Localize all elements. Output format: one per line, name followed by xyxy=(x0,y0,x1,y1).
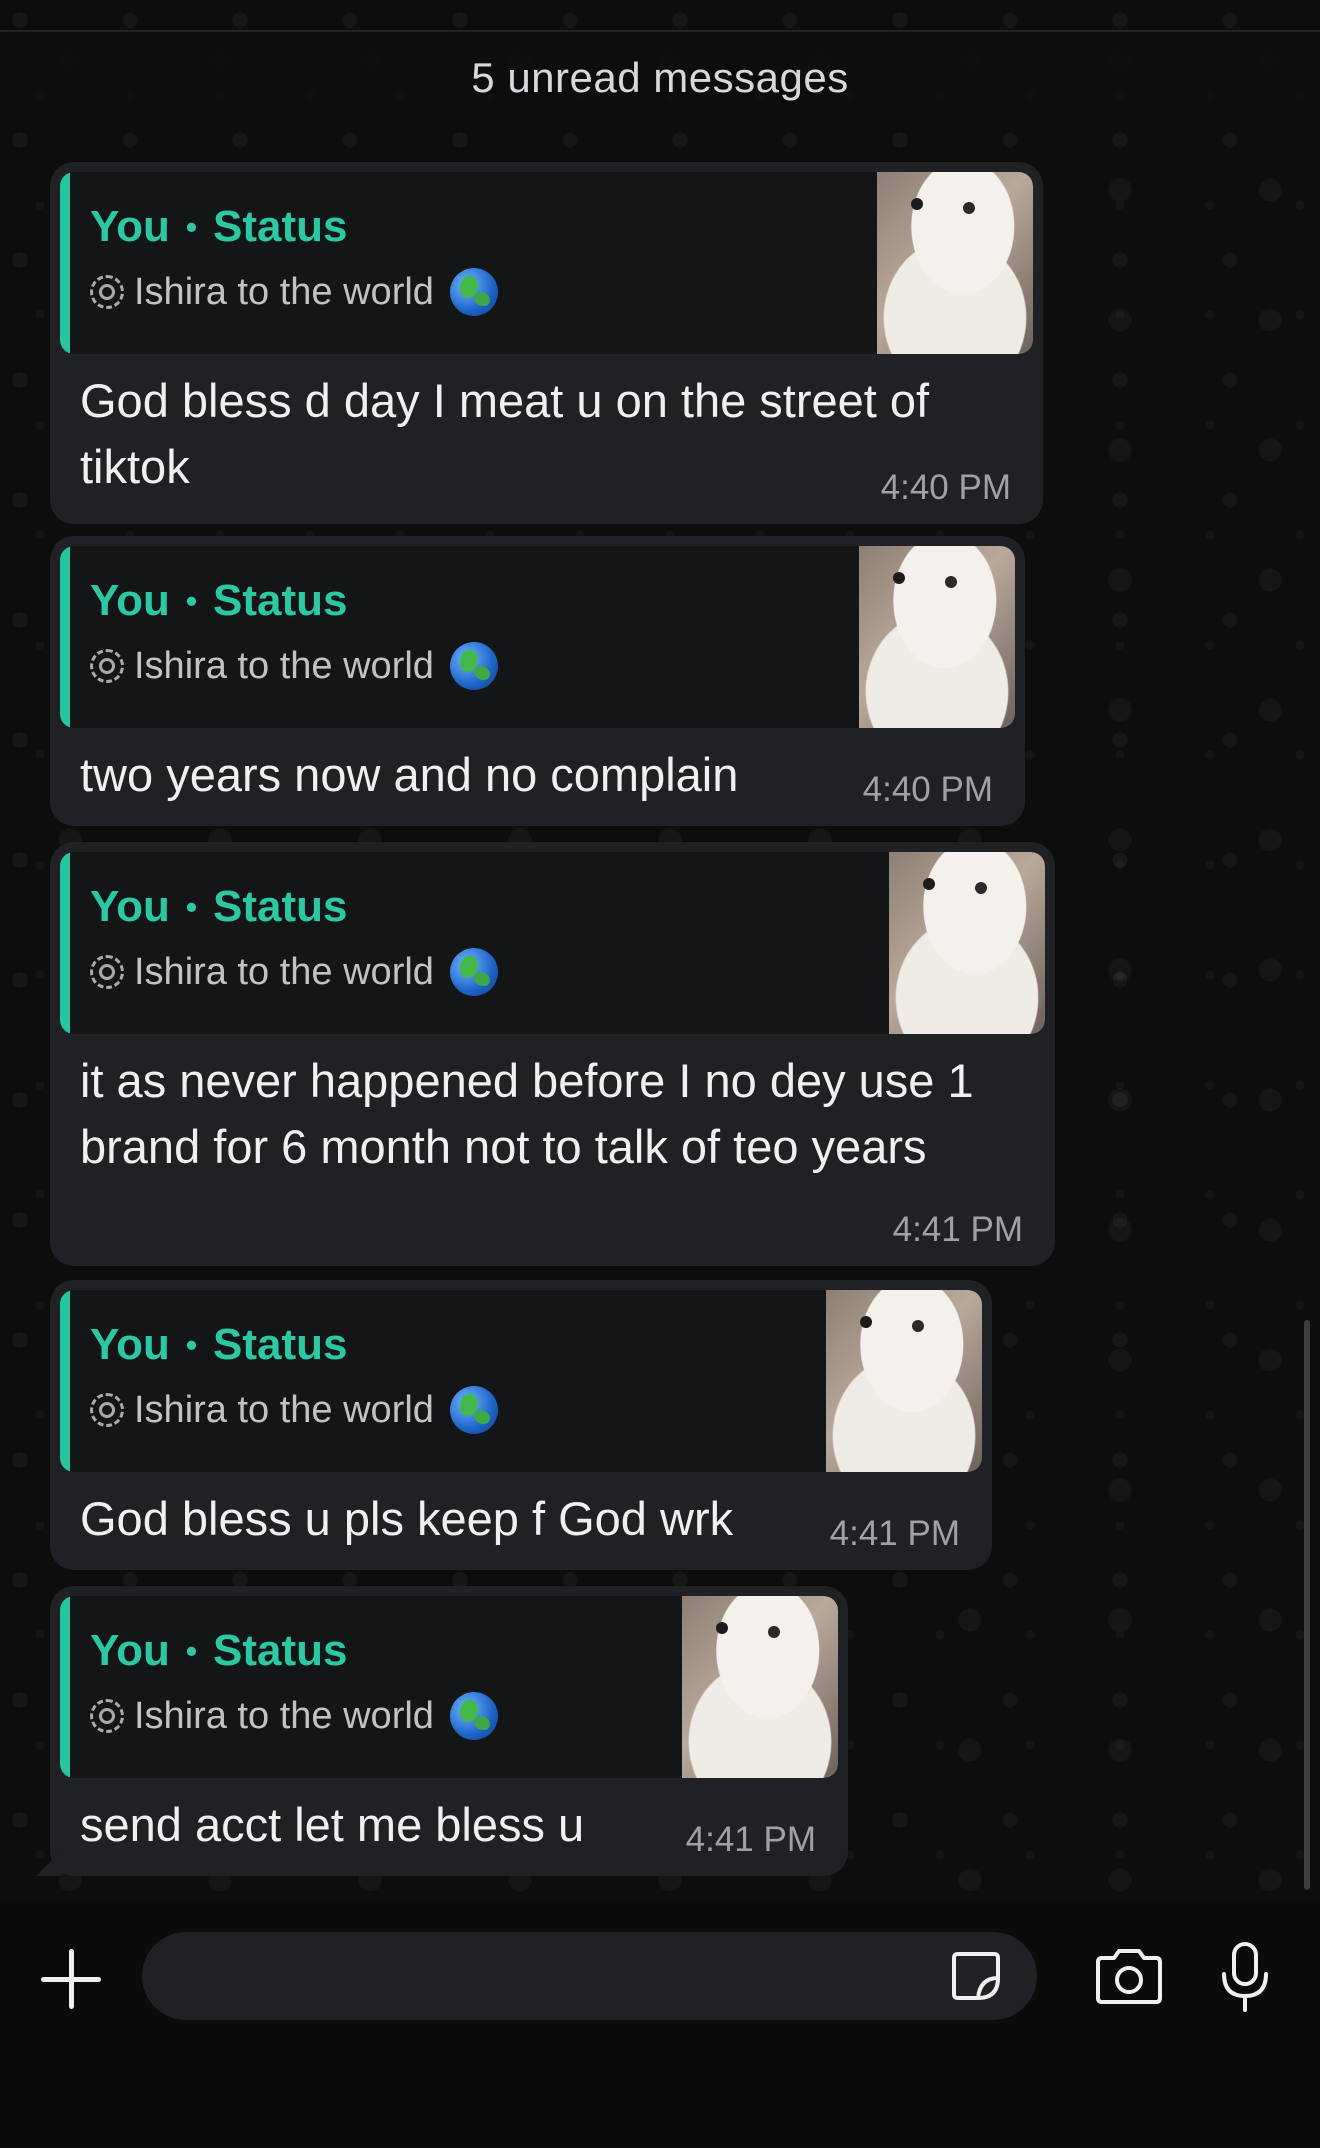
quote-author: You xyxy=(90,882,170,931)
quote-accent-bar xyxy=(60,852,70,1034)
quote-header: You • Status xyxy=(90,1626,682,1676)
message-text-content: God bless u pls keep f God wrk xyxy=(80,1492,734,1545)
status-icon xyxy=(90,955,124,989)
quote-subtitle: Ishira to the world xyxy=(90,642,859,690)
quote-type: Status xyxy=(213,1626,348,1675)
quote-accent-bar xyxy=(60,546,70,728)
quote-text: Ishira to the world xyxy=(134,270,434,313)
status-reply-quote[interactable]: You • Status Ishira to the world xyxy=(60,1290,982,1472)
quote-subtitle: Ishira to the world xyxy=(90,1692,682,1740)
globe-emoji-icon xyxy=(449,642,498,690)
plus-icon[interactable] xyxy=(38,1946,104,2012)
status-reply-quote[interactable]: You • Status Ishira to the world xyxy=(60,852,1045,1034)
message-bubble[interactable]: You • Status Ishira to the world two yea… xyxy=(50,536,1025,826)
quote-header: You • Status xyxy=(90,882,889,932)
quote-text: Ishira to the world xyxy=(134,1388,434,1431)
quote-subtitle: Ishira to the world xyxy=(90,1386,826,1434)
separator-dot: • xyxy=(185,208,198,245)
quote-author: You xyxy=(90,1320,170,1369)
status-thumbnail[interactable] xyxy=(859,546,1015,728)
quote-text: Ishira to the world xyxy=(134,950,434,993)
message-text: it as never happened before I no dey use… xyxy=(60,1034,1045,1190)
quote-type: Status xyxy=(213,882,348,931)
message-bubble[interactable]: You • Status Ishira to the world it as n… xyxy=(50,842,1055,1266)
quote-accent-bar xyxy=(60,1290,70,1472)
status-thumbnail[interactable] xyxy=(826,1290,982,1472)
status-icon xyxy=(90,1699,124,1733)
quote-subtitle: Ishira to the world xyxy=(90,948,889,996)
status-icon xyxy=(90,1393,124,1427)
quote-text: Ishira to the world xyxy=(134,644,434,687)
message-text-content: two years now and no complain xyxy=(80,748,739,801)
sticker-icon[interactable] xyxy=(948,1948,1004,2004)
separator-dot: • xyxy=(185,1326,198,1363)
status-icon xyxy=(90,649,124,683)
status-icon xyxy=(90,275,124,309)
unread-count-label: 5 unread messages xyxy=(471,54,849,101)
message-text-content: send acct let me bless u xyxy=(80,1798,585,1851)
quote-text: Ishira to the world xyxy=(134,1694,434,1737)
quote-accent-bar xyxy=(60,172,70,354)
message-time: 4:40 PM xyxy=(880,468,1011,507)
status-thumbnail[interactable] xyxy=(877,172,1033,354)
unread-banner: 5 unread messages xyxy=(0,38,1320,118)
quote-author: You xyxy=(90,1626,170,1675)
message-bubble[interactable]: You • Status Ishira to the world God ble… xyxy=(50,1280,992,1570)
separator-dot: • xyxy=(185,888,198,925)
quote-body: You • Status Ishira to the world xyxy=(70,546,859,728)
message-text-content: God bless d day I meat u on the street o… xyxy=(80,374,930,493)
globe-emoji-icon xyxy=(449,1386,498,1434)
globe-emoji-icon xyxy=(449,268,498,316)
quote-body: You • Status Ishira to the world xyxy=(70,1290,826,1472)
separator-dot: • xyxy=(185,582,198,619)
message-time: 4:41 PM xyxy=(892,1210,1023,1249)
status-reply-quote[interactable]: You • Status Ishira to the world xyxy=(60,172,1033,354)
quote-header: You • Status xyxy=(90,576,859,626)
globe-emoji-icon xyxy=(449,948,498,996)
message-text-content: it as never happened before I no dey use… xyxy=(80,1054,974,1173)
globe-emoji-icon xyxy=(449,1692,498,1740)
status-reply-quote[interactable]: You • Status Ishira to the world xyxy=(60,546,1015,728)
quote-author: You xyxy=(90,202,170,251)
quote-body: You • Status Ishira to the world xyxy=(70,852,889,1034)
status-thumbnail[interactable] xyxy=(682,1596,838,1778)
quote-accent-bar xyxy=(60,1596,70,1778)
scrollbar[interactable] xyxy=(1304,1320,1310,1890)
divider xyxy=(0,30,1320,32)
quote-author: You xyxy=(90,576,170,625)
message-time: 4:41 PM xyxy=(829,1514,960,1553)
quote-body: You • Status Ishira to the world xyxy=(70,172,877,354)
quote-type: Status xyxy=(213,576,348,625)
message-bubble[interactable]: You • Status Ishira to the world God ble… xyxy=(50,162,1043,524)
quote-type: Status xyxy=(213,202,348,251)
status-reply-quote[interactable]: You • Status Ishira to the world xyxy=(60,1596,838,1778)
quote-type: Status xyxy=(213,1320,348,1369)
microphone-icon[interactable] xyxy=(1218,1940,1272,2014)
message-time: 4:40 PM xyxy=(862,770,993,809)
quote-header: You • Status xyxy=(90,1320,826,1370)
quote-header: You • Status xyxy=(90,202,877,252)
message-time: 4:41 PM xyxy=(685,1820,816,1859)
quote-subtitle: Ishira to the world xyxy=(90,268,877,316)
camera-icon[interactable] xyxy=(1092,1946,1166,2008)
separator-dot: • xyxy=(185,1632,198,1669)
status-thumbnail[interactable] xyxy=(889,852,1045,1034)
quote-body: You • Status Ishira to the world xyxy=(70,1596,682,1778)
message-input[interactable] xyxy=(142,1932,1037,2020)
message-bubble[interactable]: You • Status Ishira to the world send ac… xyxy=(36,1586,848,1876)
